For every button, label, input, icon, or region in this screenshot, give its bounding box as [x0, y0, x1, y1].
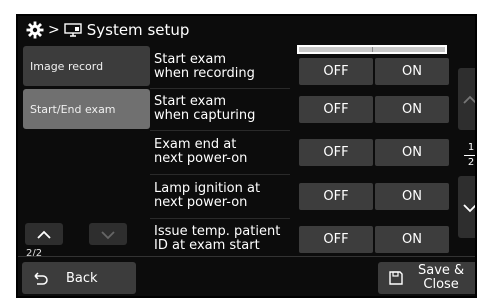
back-label: Back	[66, 270, 98, 286]
chevron-down-icon	[462, 198, 475, 217]
title-bar: > System setup	[18, 16, 475, 44]
setting-label-exam-end-power-on: Exam end at next power-on	[154, 137, 248, 166]
scroll-down-button[interactable]	[458, 176, 475, 238]
page-title: System setup	[86, 21, 190, 39]
setting-label-lamp-ignition: Lamp ignition at next power-on	[154, 181, 261, 210]
total-pages: 2	[467, 157, 475, 168]
floppy-disk-icon	[388, 270, 404, 286]
issue-temp-patient-id-on-button[interactable]: ON	[375, 226, 449, 253]
sidebar-item-label: Start/End exam	[30, 102, 116, 116]
row-divider	[150, 174, 290, 175]
sidebar-page-indicator: 2/2	[26, 248, 43, 259]
indicator-segment-off	[299, 47, 372, 52]
setting-indicator	[297, 45, 447, 54]
breadcrumb-separator: >	[48, 22, 60, 38]
sidebar-item-start-end-exam[interactable]: Start/End exam	[23, 89, 150, 129]
lamp-ignition-on-button[interactable]: ON	[375, 183, 449, 210]
gear-icon	[26, 21, 44, 39]
setting-label-start-exam-recording: Start exam when recording	[154, 52, 255, 81]
monitor-icon	[64, 23, 82, 37]
page-number: 1 2	[462, 142, 475, 169]
back-arrow-icon	[32, 271, 48, 285]
setting-label-start-exam-capturing: Start exam when capturing	[154, 94, 256, 123]
save-close-button[interactable]: Save & Close	[378, 262, 475, 294]
footer-divider	[18, 256, 475, 257]
start-exam-recording-on-button[interactable]: ON	[375, 58, 449, 85]
start-exam-capturing-off-button[interactable]: OFF	[299, 96, 373, 123]
sidebar-prev-button[interactable]	[25, 223, 63, 245]
save-close-label: Save & Close	[418, 263, 465, 292]
back-button[interactable]: Back	[22, 262, 136, 294]
scroll-up-button[interactable]	[458, 68, 475, 130]
setting-label-issue-temp-patient-id: Issue temp. patient ID at exam start	[154, 224, 281, 253]
system-setup-window: > System setup Image record Start/End ex…	[16, 14, 477, 298]
sidebar-next-button[interactable]	[89, 223, 127, 245]
current-page: 1	[467, 142, 475, 153]
start-exam-recording-off-button[interactable]: OFF	[299, 58, 373, 85]
lamp-ignition-off-button[interactable]: OFF	[299, 183, 373, 210]
sidebar-item-image-record[interactable]: Image record	[23, 46, 150, 86]
exam-end-power-on-off-button[interactable]: OFF	[299, 139, 373, 166]
chevron-up-icon	[462, 90, 475, 109]
exam-end-power-on-on-button[interactable]: ON	[375, 139, 449, 166]
sidebar-item-label: Image record	[30, 59, 104, 73]
chevron-up-icon	[36, 225, 52, 244]
chevron-down-icon	[100, 225, 116, 244]
indicator-segment-on	[371, 47, 446, 52]
start-exam-capturing-on-button[interactable]: ON	[375, 96, 449, 123]
row-divider	[150, 130, 290, 131]
issue-temp-patient-id-off-button[interactable]: OFF	[299, 226, 373, 253]
page-fraction-bar	[464, 155, 475, 156]
